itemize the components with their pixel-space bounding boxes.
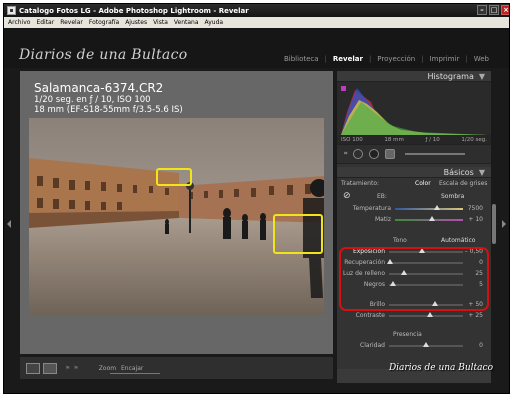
module-biblioteca[interactable]: Biblioteca — [284, 55, 319, 63]
module-revelar[interactable]: Revelar — [333, 55, 363, 63]
basic-header[interactable]: Básicos ▼ — [337, 167, 491, 178]
before-after-button[interactable] — [43, 362, 57, 374]
hist-shutter: 1/20 seg. — [461, 136, 487, 143]
flag-icon[interactable]: ⚑ — [65, 365, 70, 372]
histogram-graph — [337, 82, 491, 135]
menu-bar: Archivo Editar Revelar Fotografía Ajuste… — [4, 17, 509, 28]
graduated-filter-icon[interactable] — [385, 149, 396, 159]
close-button[interactable]: × — [501, 5, 509, 15]
histogram-title: Histograma — [427, 71, 474, 81]
contrast-slider-thumb[interactable] — [427, 312, 434, 317]
tint-row: Matiz + 10 — [337, 214, 491, 225]
shadow-clip-indicator[interactable] — [341, 86, 346, 91]
image-lens: 18 mm (EF-S18-55mm f/3.5-5.6 IS) — [34, 104, 183, 115]
tone-callout-box — [339, 247, 489, 311]
presence-row: Presencia — [337, 329, 491, 340]
title-bar: ▪ Catalogo Fotos LG - Adobe Photoshop Li… — [4, 4, 509, 17]
menu-ajustes[interactable]: Ajustes — [125, 19, 147, 26]
wb-select[interactable]: Sombra — [441, 193, 464, 200]
treatment-color-button[interactable]: Color — [415, 180, 431, 187]
treatment-row: Tratamiento: Color Escala de grises — [337, 178, 491, 189]
image-info-overlay: Salamanca-6374.CR2 1/20 seg. en ƒ / 10, … — [34, 81, 183, 115]
window-title: Catalogo Fotos LG - Adobe Photoshop Ligh… — [19, 6, 249, 15]
clarity-value[interactable]: 0 — [479, 342, 483, 349]
basic-title: Básicos — [443, 167, 474, 177]
clarity-label: Claridad — [360, 342, 385, 349]
collapse-arrow-icon-basic[interactable]: ▼ — [479, 168, 485, 177]
app-icon: ▪ — [7, 6, 16, 15]
temperature-row: Temperatura 7500 — [337, 203, 491, 214]
menu-editar[interactable]: Editar — [36, 19, 54, 26]
histogram[interactable]: ISO 100 18 mm ƒ / 10 1/20 seg. — [337, 82, 491, 144]
highlight-box-person — [273, 214, 323, 254]
tint-slider-thumb[interactable] — [429, 216, 436, 221]
histogram-info: ISO 100 18 mm ƒ / 10 1/20 seg. — [337, 135, 491, 144]
viewer-toolbar: ⚑ ⚑ Zoom Encajar — [20, 357, 333, 379]
contrast-row: Contraste + 25 — [337, 310, 491, 321]
highlight-box-rooftop — [156, 168, 192, 186]
menu-revelar[interactable]: Revelar — [60, 19, 83, 26]
temperature-slider[interactable] — [395, 205, 463, 210]
menu-ventana[interactable]: Ventana — [174, 19, 199, 26]
menu-vista[interactable]: Vista — [153, 19, 168, 26]
adjustment-brush-icon[interactable] — [405, 153, 466, 155]
temperature-slider-thumb[interactable] — [434, 205, 441, 210]
zoom-value[interactable]: Encajar — [121, 365, 143, 372]
menu-fotografia[interactable]: Fotografía — [89, 19, 119, 26]
contrast-value[interactable]: + 25 — [468, 312, 483, 319]
wb-label: EB: — [377, 192, 387, 200]
hist-aperture: ƒ / 10 — [425, 136, 440, 143]
module-imprimir[interactable]: Imprimir — [430, 55, 460, 63]
wb-eyedropper-icon[interactable]: ⊘ — [343, 191, 351, 201]
identity-plate: Diarios de una Bultaco — [19, 47, 188, 63]
module-proyeccion[interactable]: Proyección — [377, 55, 415, 63]
image-viewer[interactable]: Salamanca-6374.CR2 1/20 seg. en ƒ / 10, … — [20, 71, 333, 354]
crop-tool-icon[interactable]: ⌗ — [344, 150, 347, 158]
tint-slider[interactable] — [395, 216, 463, 221]
hist-iso: ISO 100 — [341, 136, 363, 143]
spot-removal-icon[interactable] — [353, 149, 364, 159]
auto-tone-button[interactable]: Automático — [441, 237, 475, 244]
clarity-row: Claridad 0 — [337, 340, 491, 351]
left-panel-toggle-icon[interactable] — [7, 220, 11, 228]
tint-label: Matiz — [374, 216, 391, 223]
presence-label: Presencia — [393, 331, 422, 338]
tone-row: Tono Automático — [337, 235, 491, 246]
tint-value[interactable]: + 10 — [468, 216, 483, 223]
histogram-header[interactable]: Histograma ▼ — [337, 71, 491, 82]
temperature-value[interactable]: 7500 — [468, 205, 483, 212]
reject-flag-icon[interactable]: ⚑ — [73, 365, 78, 372]
app-window: ▪ Catalogo Fotos LG - Adobe Photoshop Li… — [3, 3, 510, 394]
maximize-button[interactable]: □ — [489, 5, 499, 15]
panel-scrollbar[interactable] — [492, 204, 496, 244]
zoom-control: Zoom Encajar — [99, 365, 144, 372]
zoom-label: Zoom — [98, 364, 117, 372]
menu-ayuda[interactable]: Ayuda — [205, 19, 224, 26]
zoom-slider[interactable] — [110, 373, 160, 374]
wb-row: ⊘ EB: Sombra — [337, 189, 491, 203]
module-web[interactable]: Web — [474, 55, 489, 63]
tone-label: Tono — [393, 237, 407, 244]
menu-archivo[interactable]: Archivo — [8, 19, 30, 26]
module-picker: Biblioteca | Revelar | Proyección | Imprimi… — [283, 55, 489, 63]
minimize-button[interactable]: – — [477, 5, 487, 15]
collapse-arrow-icon[interactable]: ▼ — [479, 72, 485, 81]
clarity-slider[interactable] — [389, 342, 463, 347]
tool-strip: ⌗ — [337, 144, 491, 164]
contrast-slider[interactable] — [389, 312, 463, 317]
image-filename: Salamanca-6374.CR2 — [34, 81, 164, 95]
watermark: Diarios de una Bultaco — [388, 363, 493, 373]
right-panel-toggle-icon[interactable] — [502, 220, 506, 228]
develop-right-panel: Histograma ▼ ISO 100 18 mm ƒ / 10 1/20 se… — [337, 71, 491, 383]
hist-focal: 18 mm — [384, 136, 404, 143]
treatment-grayscale-button[interactable]: Escala de grises — [439, 180, 487, 187]
red-eye-icon[interactable] — [369, 149, 380, 159]
treatment-label: Tratamiento: — [341, 180, 380, 187]
contrast-label: Contraste — [355, 312, 385, 319]
clarity-slider-thumb[interactable] — [423, 342, 429, 347]
header: Diarios de una Bultaco Biblioteca | Revel… — [4, 28, 509, 68]
temperature-label: Temperatura — [352, 205, 391, 212]
loupe-view-button[interactable] — [26, 362, 40, 374]
